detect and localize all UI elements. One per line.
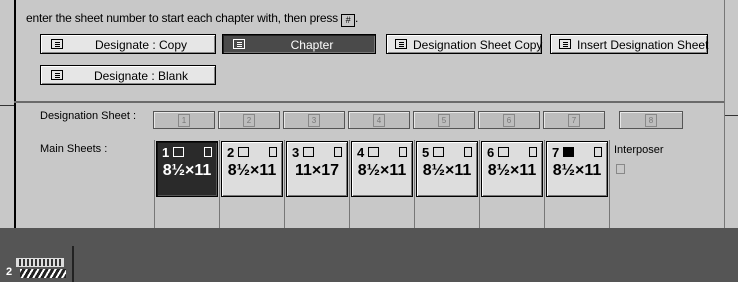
screen: enter the sheet number to start each cha… [0, 0, 738, 282]
main-sheet-3-button[interactable]: 3 11×17 [286, 141, 348, 197]
designation-copy-icon [395, 39, 407, 49]
designation-sheet-label: Designation Sheet : [40, 110, 137, 122]
chapter-icon [233, 39, 245, 49]
designation-slot-2-button[interactable]: 2 [218, 111, 280, 129]
left-scroll-tick [0, 105, 14, 106]
paper-size: 8½×11 [357, 162, 407, 179]
sheet-number: 7 [552, 145, 560, 160]
fold-icon [204, 147, 212, 157]
main-sheet-4-button[interactable]: 4 8½×11 [351, 141, 413, 197]
designation-slot-4-button[interactable]: 4 [348, 111, 410, 129]
paper-size: 8½×11 [227, 162, 277, 179]
designation-slot-7-number: 7 [568, 114, 580, 127]
instruction-label: enter the sheet number to start each cha… [26, 11, 338, 25]
tray-number: 2 [6, 266, 13, 278]
designate-copy-label: Designate : Copy [94, 38, 188, 52]
designation-slot-3-number: 3 [308, 114, 320, 127]
designation-sheet-copy-button[interactable]: Designation Sheet Copy [386, 34, 542, 54]
chapter-label: Chapter [290, 38, 334, 52]
designate-copy-button[interactable]: Designate : Copy [40, 34, 216, 54]
designation-slot-6-number: 6 [503, 114, 515, 127]
insert-sheet-icon [559, 39, 571, 49]
designation-slot-4-number: 4 [373, 114, 385, 127]
page-icon [303, 147, 314, 157]
right-scroll-bar[interactable] [724, 0, 738, 228]
main-sheet-6-button[interactable]: 6 8½×11 [481, 141, 543, 197]
main-sheet-5-button[interactable]: 5 8½×11 [416, 141, 478, 197]
sheet-number: 3 [292, 145, 300, 160]
designation-slot-6-button[interactable]: 6 [478, 111, 540, 129]
tray-base-icon [20, 269, 66, 278]
designation-slot-8-number: 8 [645, 114, 657, 127]
sheet-column-5: 5 8½×11 [415, 140, 480, 228]
chapter-button[interactable]: Chapter [222, 34, 376, 54]
right-scroll-tick [725, 115, 738, 116]
sheet-column-7: 7 8½×11 [545, 140, 610, 228]
designation-slot-3-button[interactable]: 3 [283, 111, 345, 129]
designation-slot-1-number: 1 [178, 114, 190, 127]
fold-icon [464, 147, 472, 157]
left-scroll-bar[interactable] [0, 0, 15, 228]
sheet-column-3: 3 11×17 [285, 140, 350, 228]
main-sheet-7-button[interactable]: 7 8½×11 [546, 141, 608, 197]
document-icon [51, 39, 63, 49]
sheet-number: 4 [357, 145, 365, 160]
fold-icon [269, 147, 277, 157]
page-icon [563, 147, 574, 157]
paper-size: 11×17 [294, 162, 340, 179]
designation-slot-1-button[interactable]: 1 [153, 111, 215, 129]
sheet-column-4: 4 8½×11 [350, 140, 415, 228]
instruction-text: enter the sheet number to start each cha… [26, 11, 359, 27]
insert-designation-sheet-label: Insert Designation Sheet [577, 38, 709, 52]
paper-size: 8½×11 [422, 162, 472, 179]
interposer-icon [616, 164, 625, 174]
designation-slot-5-number: 5 [438, 114, 450, 127]
designation-slot-2-number: 2 [243, 114, 255, 127]
page-icon [368, 147, 379, 157]
sheet-number: 2 [227, 145, 235, 160]
interposer-label: Interposer [614, 144, 664, 156]
footer-separator [72, 246, 74, 282]
main-sheets-label: Main Sheets : [40, 143, 108, 155]
designation-sheet-copy-label: Designation Sheet Copy [413, 38, 543, 52]
fold-icon [594, 147, 602, 157]
blank-page-icon [51, 70, 63, 80]
fold-icon [334, 147, 342, 157]
sheet-number: 5 [422, 145, 430, 160]
paper-size: 8½×11 [552, 162, 602, 179]
sheet-column-1: 1 8½×11 [155, 140, 220, 228]
sheet-number: 6 [487, 145, 495, 160]
sheet-column-6: 6 8½×11 [480, 140, 545, 228]
main-sheet-2-button[interactable]: 2 8½×11 [221, 141, 283, 197]
main-sheets-grid: 1 8½×11 2 8½×11 3 11×17 4 8½×11 5 8½×11 6 8½×11 7 8½×… [154, 140, 610, 228]
page-icon [238, 147, 249, 157]
insert-designation-sheet-button[interactable]: Insert Designation Sheet [550, 34, 708, 54]
fold-icon [399, 147, 407, 157]
paper-size: 8½×11 [487, 162, 537, 179]
paper-tray-indicator: 2 [6, 258, 66, 278]
designate-blank-button[interactable]: Designate : Blank [40, 65, 216, 85]
fold-icon [529, 147, 537, 157]
sheet-number: 1 [162, 145, 170, 160]
page-icon [498, 147, 509, 157]
page-icon [433, 147, 444, 157]
main-sheet-1-button[interactable]: 1 8½×11 [156, 141, 218, 197]
hash-key-icon: # [340, 14, 355, 27]
designate-blank-label: Designate : Blank [93, 69, 189, 83]
designation-slot-7-button[interactable]: 7 [543, 111, 605, 129]
sheet-column-2: 2 8½×11 [220, 140, 285, 228]
designation-slot-8-button[interactable]: 8 [619, 111, 683, 129]
status-footer [0, 228, 738, 282]
designation-slot-5-button[interactable]: 5 [413, 111, 475, 129]
section-divider [14, 101, 724, 103]
page-icon [173, 147, 184, 157]
paper-stack-icon [16, 258, 64, 267]
paper-size: 8½×11 [162, 162, 212, 179]
